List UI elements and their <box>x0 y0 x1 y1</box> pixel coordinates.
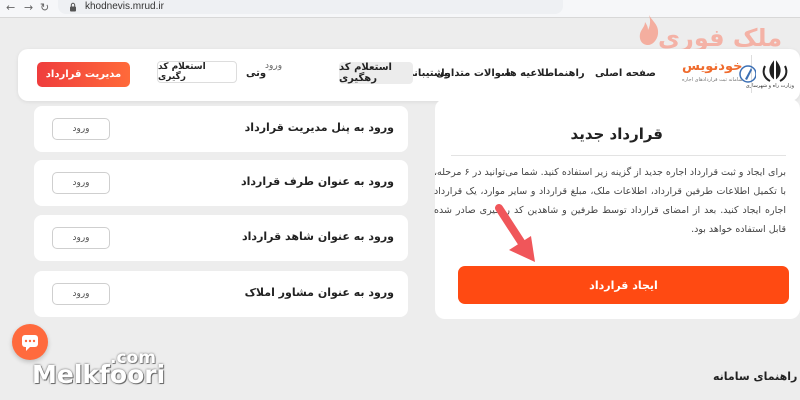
watermark-bottom: Melkfoori <box>32 360 166 389</box>
brand-name: خودنویس <box>682 59 743 74</box>
list-item: ورود به عنوان شاهد قرارداد ورود <box>34 215 408 261</box>
menu-guide[interactable]: راهنما <box>554 68 585 79</box>
truncated-label: وتی <box>246 68 267 79</box>
pointer-arrow-icon <box>495 204 535 262</box>
menu-tracking[interactable]: استعلام کد رهگیری <box>339 62 413 84</box>
login-button[interactable]: ورود <box>52 172 110 194</box>
login-button[interactable]: ورود <box>52 227 110 249</box>
list-item-label: ورود به عنوان طرف قرارداد <box>240 175 394 188</box>
browser-toolbar: ← → ↻ khodnevis.mrud.ir <box>0 0 800 18</box>
back-icon[interactable]: ← <box>6 1 15 14</box>
list-item-label: ورود به عنوان مشاور املاک <box>244 286 394 299</box>
watermark-top: ملک فوری <box>658 24 783 52</box>
list-item: ورود به عنوان طرف قرارداد ورود <box>34 160 408 206</box>
lock-icon <box>70 2 76 12</box>
login-button[interactable]: ورود <box>52 283 110 305</box>
login-button[interactable]: ورود <box>52 118 110 140</box>
create-contract-button[interactable]: ایجاد قرارداد <box>458 266 789 304</box>
tracking-button[interactable]: استعلام کد رگیری <box>157 61 237 83</box>
list-item: ورود به پنل مدیریت قرارداد ورود <box>34 106 408 152</box>
help-section-title: راهنمای سامانه <box>713 370 798 383</box>
url-text[interactable]: khodnevis.mrud.ir <box>85 1 164 12</box>
reload-icon[interactable]: ↻ <box>40 1 49 14</box>
login-link[interactable]: ورود <box>265 61 282 71</box>
card-divider <box>451 155 786 156</box>
manage-contract-button[interactable]: مدیریت قرارداد <box>37 62 130 87</box>
new-contract-card: قرارداد جدید برای ایجاد و ثبت قرارداد اج… <box>433 99 800 319</box>
forward-icon[interactable]: → <box>24 1 33 14</box>
site-header: وزارت راه و شهرسازی خودنویس سامانه ثبت ق… <box>18 49 800 101</box>
chat-button[interactable] <box>12 324 48 360</box>
menu-news[interactable]: اطلاعیه ها <box>506 68 558 79</box>
card-description: برای ایجاد و ثبت قرارداد اجاره جدید از گ… <box>433 167 786 235</box>
card-title: قرارداد جدید <box>570 125 663 143</box>
list-item-label: ورود به پنل مدیریت قرارداد <box>244 121 394 134</box>
list-item: ورود به عنوان مشاور املاک ورود <box>34 271 408 317</box>
menu-home[interactable]: صفحه اصلی <box>595 68 656 79</box>
brand-subtitle: سامانه ثبت قراردادهای اجاره <box>682 77 743 83</box>
chat-icon <box>22 335 38 351</box>
list-item-label: ورود به عنوان شاهد قرارداد <box>242 230 394 243</box>
